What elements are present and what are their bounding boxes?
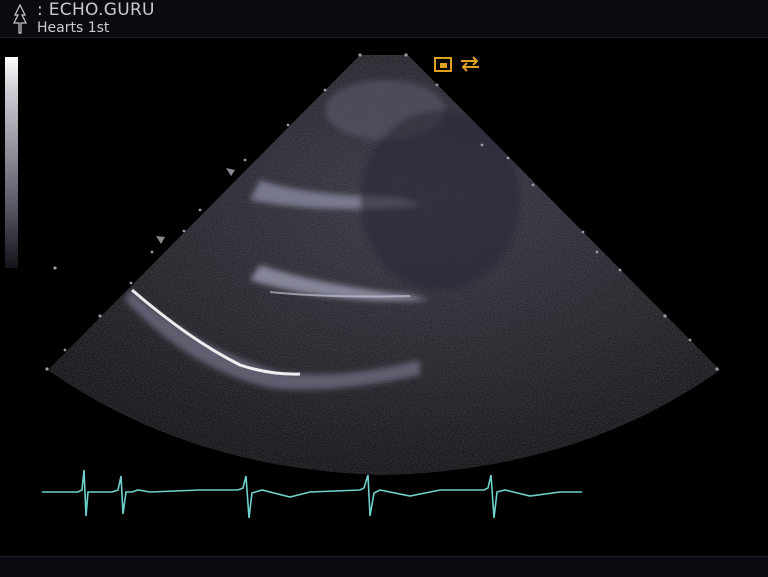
ultrasound-image: [42, 53, 720, 519]
footer-bar: [0, 556, 768, 577]
ecg-trace: [42, 469, 582, 519]
probe-orientation-icon: [434, 56, 479, 72]
sector-image: [48, 55, 720, 475]
